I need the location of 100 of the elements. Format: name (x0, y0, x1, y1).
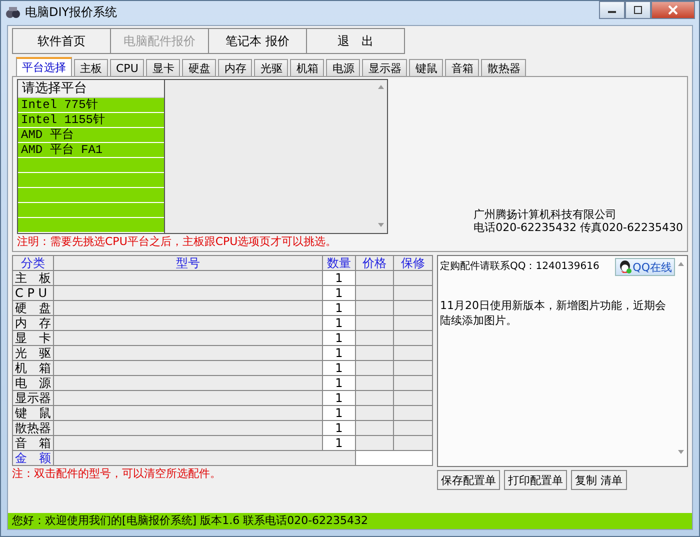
warranty-cell (394, 330, 432, 346)
price-cell (356, 390, 394, 406)
total-label: 金 额 (12, 450, 54, 466)
tab[interactable]: 音箱 (445, 59, 480, 76)
category-cell: 机 箱 (12, 360, 54, 376)
category-cell: 光 驱 (12, 346, 54, 360)
company-name: 广州腾扬计算机科技有限公司 (474, 208, 618, 221)
price-cell (356, 330, 394, 346)
model-cell[interactable] (54, 300, 322, 316)
category-cell: 电 源 (12, 376, 54, 390)
contact-text: 定购配件请联系QQ：1240139616 (440, 261, 600, 273)
tab[interactable]: 平台选择 (16, 57, 72, 76)
column-header: 分类 (12, 256, 54, 270)
tab[interactable]: 显示器 (362, 59, 408, 76)
tab[interactable]: 键鼠 (409, 59, 444, 76)
model-cell[interactable] (54, 376, 322, 390)
column-header: 价格 (356, 256, 394, 270)
warranty-cell (394, 346, 432, 360)
price-cell (356, 316, 394, 330)
model-cell[interactable] (54, 406, 322, 420)
model-cell[interactable] (54, 420, 322, 436)
category-cell: 内 存 (12, 316, 54, 330)
column-header: 保修 (394, 256, 432, 270)
tab[interactable]: 显卡 (146, 59, 180, 76)
model-cell[interactable] (54, 436, 322, 450)
price-cell (356, 270, 394, 286)
warranty-cell (394, 376, 432, 390)
quantity-cell[interactable]: 1 (322, 406, 356, 420)
minimize-button[interactable] (599, 1, 625, 19)
action-button[interactable]: 复制 清单 (571, 470, 626, 490)
maximize-icon (633, 6, 643, 14)
warranty-cell (394, 406, 432, 420)
nav-button[interactable]: 笔记本 报价 (208, 28, 307, 54)
model-cell[interactable] (54, 346, 322, 360)
maximize-button[interactable] (625, 1, 651, 19)
tab[interactable]: 主板 (74, 59, 108, 76)
action-button[interactable]: 打印配置单 (504, 470, 567, 490)
price-cell (356, 346, 394, 360)
category-cell: 散热器 (12, 420, 54, 436)
quantity-cell[interactable]: 1 (322, 360, 356, 376)
list-item[interactable]: AMD 平台 FA1 (18, 143, 164, 158)
company-contact: 电话020-62235432 传真020-62235430 (474, 221, 683, 234)
action-button[interactable]: 保存配置单 (437, 470, 500, 490)
model-cell[interactable] (54, 390, 322, 406)
quantity-cell[interactable]: 1 (322, 376, 356, 390)
warranty-cell (394, 390, 432, 406)
tab[interactable]: CPU (110, 59, 144, 76)
news-text: 11月20日使用新版本，新增图片功能，近期会陆续添加图片。 (440, 298, 667, 328)
status-bar: 您好：欢迎使用我们的[电脑报价系统] 版本1.6 联系电话020-62235432 (8, 513, 692, 529)
quantity-cell[interactable]: 1 (322, 390, 356, 406)
list-header: 请选择平台 (18, 80, 164, 98)
nav-button[interactable]: 软件首页 (12, 28, 111, 54)
category-cell: 主 板 (12, 270, 54, 286)
category-cell: 显 卡 (12, 330, 54, 346)
price-cell (356, 300, 394, 316)
tab[interactable]: 电源 (326, 59, 360, 76)
warranty-cell (394, 360, 432, 376)
window-title: 电脑DIY报价系统 (25, 6, 118, 20)
quantity-cell[interactable]: 1 (322, 316, 356, 330)
category-cell: 硬 盘 (12, 300, 54, 316)
quantity-cell[interactable]: 1 (322, 300, 356, 316)
column-header: 型号 (54, 256, 322, 270)
app-icon (5, 6, 21, 20)
note-text: 注：双击配件的型号，可以清空所选配件。 (12, 466, 222, 481)
warranty-cell (394, 270, 432, 286)
nav-button[interactable]: 退 出 (306, 28, 405, 54)
tab[interactable]: 机箱 (290, 59, 324, 76)
tab[interactable]: 硬盘 (182, 59, 216, 76)
model-cell[interactable] (54, 330, 322, 346)
close-icon (668, 5, 678, 15)
model-cell[interactable] (54, 360, 322, 376)
quantity-cell[interactable]: 1 (322, 286, 356, 300)
quantity-cell[interactable]: 1 (322, 330, 356, 346)
list-item[interactable]: AMD 平台 (18, 128, 164, 143)
list-item[interactable]: Intel 775针 (18, 98, 164, 113)
tab[interactable]: 散热器 (481, 59, 526, 76)
quantity-cell[interactable]: 1 (322, 270, 356, 286)
warranty-cell (394, 300, 432, 316)
note-text: 注明：需要先挑选CPU平台之后，主板跟CPU选项页才可以挑选。 (17, 234, 338, 249)
category-cell: 音 箱 (12, 436, 54, 450)
price-cell (356, 360, 394, 376)
tab[interactable]: 光驱 (254, 59, 288, 76)
category-cell: 键 鼠 (12, 406, 54, 420)
warranty-cell (394, 420, 432, 436)
warranty-cell (394, 316, 432, 330)
category-cell: C P U (12, 286, 54, 300)
list-item[interactable]: Intel 1155针 (18, 113, 164, 128)
price-cell (356, 406, 394, 420)
warranty-cell (394, 286, 432, 300)
qq-online-button[interactable]: QQ在线 (614, 258, 675, 276)
quantity-cell[interactable]: 1 (322, 420, 356, 436)
price-cell (356, 420, 394, 436)
quantity-cell[interactable]: 1 (322, 436, 356, 450)
model-cell[interactable] (54, 270, 322, 286)
quantity-cell[interactable]: 1 (322, 346, 356, 360)
category-cell: 显示器 (12, 390, 54, 406)
model-cell[interactable] (54, 286, 322, 300)
close-button[interactable] (651, 1, 695, 19)
tab[interactable]: 内存 (218, 59, 252, 76)
model-cell[interactable] (54, 316, 322, 330)
